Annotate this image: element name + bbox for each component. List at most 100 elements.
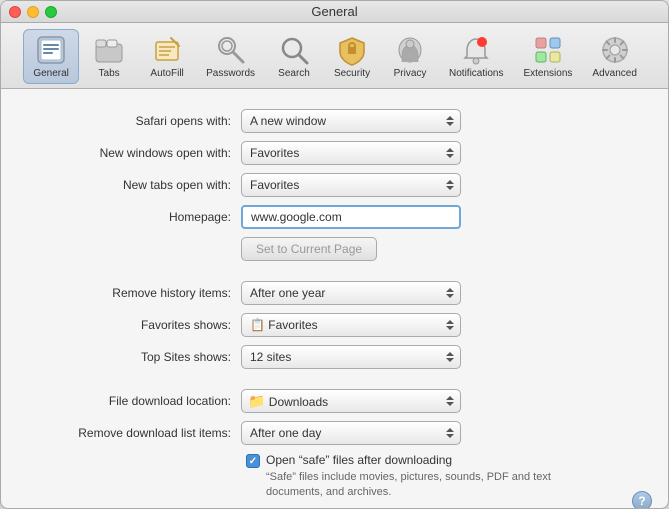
toolbar-item-advanced[interactable]: Advanced [583, 29, 645, 84]
autofill-icon [151, 34, 183, 66]
favorites-shows-select[interactable]: 📋 Favorites [241, 313, 461, 337]
toolbar-item-notifications[interactable]: Notifications [440, 29, 512, 84]
toolbar-item-tabs[interactable]: Tabs [81, 29, 137, 84]
favorites-shows-value: 📋 Favorites [250, 318, 318, 332]
toolbar-item-security[interactable]: Security [324, 29, 380, 84]
homepage-input[interactable] [241, 205, 461, 229]
notifications-icon [460, 34, 492, 66]
new-tabs-row: New tabs open with: Favorites [41, 173, 628, 197]
content-wrapper: Safari opens with: A new window New wind… [1, 89, 668, 509]
file-download-row: File download location: 📁 Downloads [41, 389, 628, 413]
arrow-up-icon [446, 428, 454, 432]
safari-opens-select[interactable]: A new window [241, 109, 461, 133]
remove-history-value: After one year [250, 286, 325, 300]
open-safe-files-label: Open “safe” files after downloading [266, 453, 452, 467]
set-current-page-button[interactable]: Set to Current Page [241, 237, 377, 261]
top-sites-select[interactable]: 12 sites [241, 345, 461, 369]
privacy-label: Privacy [394, 68, 427, 79]
remove-history-row: Remove history items: After one year [41, 281, 628, 305]
safe-files-subtext-content: “Safe” files include movies, pictures, s… [266, 471, 551, 498]
remove-history-control: After one year [241, 281, 461, 305]
general-icon [35, 34, 67, 66]
arrow-up-icon [446, 148, 454, 152]
open-safe-files-checkbox[interactable]: ✓ [246, 454, 260, 468]
homepage-label: Homepage: [41, 210, 241, 224]
homepage-row: Homepage: [41, 205, 628, 229]
new-tabs-control: Favorites [241, 173, 461, 197]
toolbar-item-autofill[interactable]: AutoFill [139, 29, 195, 84]
help-button[interactable]: ? [632, 491, 652, 509]
new-tabs-value: Favorites [250, 178, 299, 192]
remove-download-value: After one day [250, 426, 321, 440]
extensions-icon [532, 34, 564, 66]
homepage-control [241, 205, 461, 229]
favorites-shows-row: Favorites shows: 📋 Favorites [41, 313, 628, 337]
new-tabs-select[interactable]: Favorites [241, 173, 461, 197]
toolbar-item-privacy[interactable]: Privacy [382, 29, 438, 84]
new-windows-value: Favorites [250, 146, 299, 160]
search-icon [278, 34, 310, 66]
notifications-label: Notifications [449, 68, 503, 79]
safari-opens-value: A new window [250, 114, 326, 128]
toolbar-item-passwords[interactable]: Passwords [197, 29, 264, 84]
window-title: General [311, 4, 357, 19]
top-sites-row: Top Sites shows: 12 sites [41, 345, 628, 369]
top-sites-arrow [446, 352, 454, 362]
new-windows-arrow [446, 148, 454, 158]
toolbar-item-extensions[interactable]: Extensions [514, 29, 581, 84]
remove-download-select[interactable]: After one day [241, 421, 461, 445]
new-windows-select[interactable]: Favorites [241, 141, 461, 165]
remove-download-row: Remove download list items: After one da… [41, 421, 628, 445]
arrow-down-icon [446, 154, 454, 158]
arrow-down-icon [446, 326, 454, 330]
toolbar: General Tabs [1, 23, 668, 89]
top-sites-label: Top Sites shows: [41, 350, 241, 364]
safari-opens-control: A new window [241, 109, 461, 133]
arrow-down-icon [446, 358, 454, 362]
new-windows-control: Favorites [241, 141, 461, 165]
remove-download-arrow [446, 428, 454, 438]
help-icon: ? [638, 494, 645, 508]
safari-opens-arrow [446, 116, 454, 126]
safe-files-subtext: “Safe” files include movies, pictures, s… [266, 470, 566, 501]
advanced-icon [599, 34, 631, 66]
file-download-value: 📁 Downloads [248, 393, 328, 410]
arrow-down-icon [446, 122, 454, 126]
remove-history-label: Remove history items: [41, 286, 241, 300]
favorites-shows-arrow [446, 320, 454, 330]
close-button[interactable] [9, 6, 21, 18]
new-tabs-arrow [446, 180, 454, 190]
titlebar: General [1, 1, 668, 23]
arrow-up-icon [446, 320, 454, 324]
tabs-icon [93, 34, 125, 66]
main-content: Safari opens with: A new window New wind… [1, 89, 668, 509]
arrow-up-icon [446, 352, 454, 356]
set-current-page-row: Set to Current Page [41, 237, 628, 261]
set-current-control: Set to Current Page [241, 237, 461, 261]
toolbar-item-general[interactable]: General [23, 29, 79, 84]
folder-icon: 📁 [248, 393, 265, 409]
remove-download-label: Remove download list items: [41, 426, 241, 440]
arrow-up-icon [446, 288, 454, 292]
favorites-shows-control: 📋 Favorites [241, 313, 461, 337]
arrow-down-icon [446, 434, 454, 438]
checkbox-check-icon: ✓ [249, 456, 257, 467]
file-download-select[interactable]: 📁 Downloads [241, 389, 461, 413]
spacer2 [41, 377, 628, 389]
tabs-label: Tabs [99, 68, 120, 79]
arrow-down-icon [446, 402, 454, 406]
window-controls[interactable] [9, 6, 57, 18]
minimize-button[interactable] [27, 6, 39, 18]
security-label: Security [334, 68, 370, 79]
file-download-control: 📁 Downloads [241, 389, 461, 413]
toolbar-item-search[interactable]: Search [266, 29, 322, 84]
passwords-icon [215, 34, 247, 66]
extensions-label: Extensions [523, 68, 572, 79]
maximize-button[interactable] [45, 6, 57, 18]
safari-opens-with-row: Safari opens with: A new window [41, 109, 628, 133]
new-windows-label: New windows open with: [41, 146, 241, 160]
remove-history-select[interactable]: After one year [241, 281, 461, 305]
file-download-label: File download location: [41, 394, 241, 408]
autofill-label: AutoFill [150, 68, 183, 79]
security-icon [336, 34, 368, 66]
